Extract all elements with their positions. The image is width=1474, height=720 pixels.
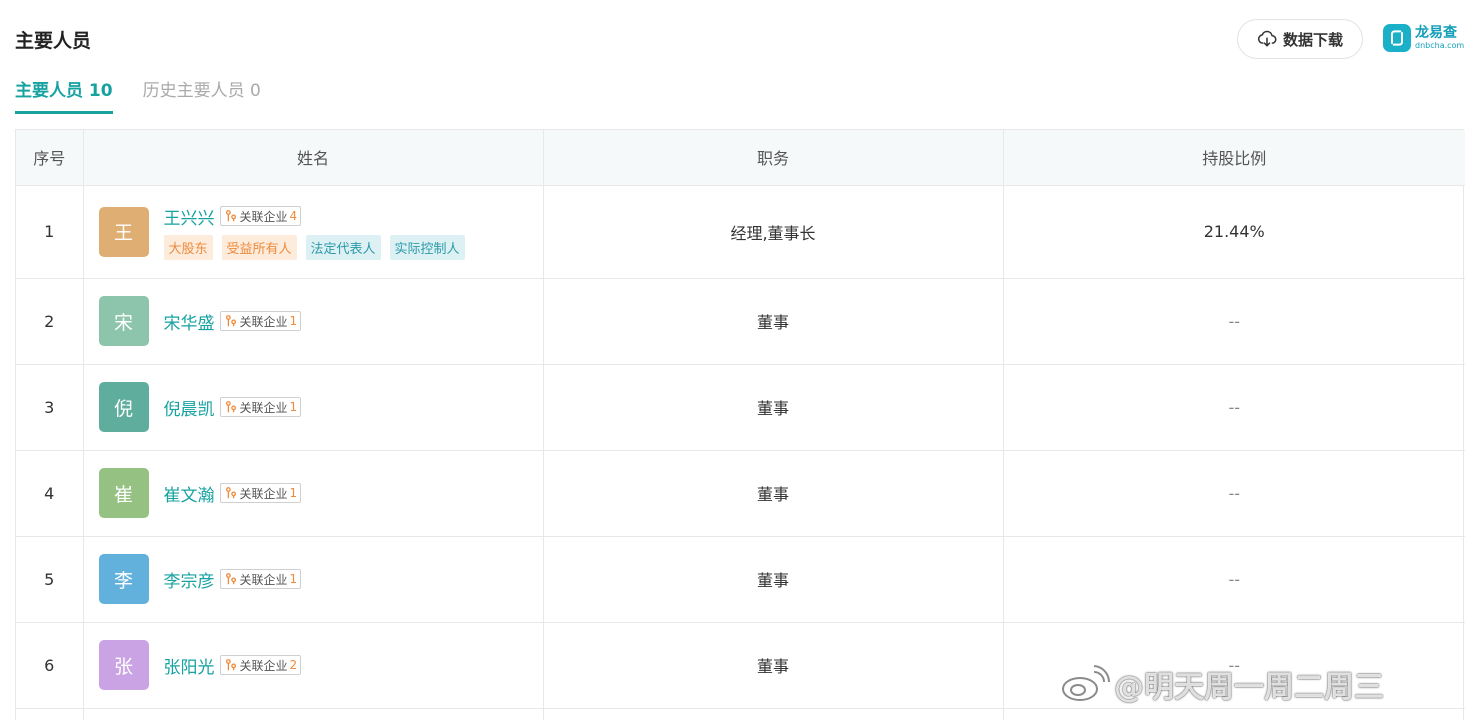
person-name-link[interactable]: 倪晨凯 [164,395,215,420]
row-number: 1 [16,185,84,279]
related-companies-badge[interactable]: 关联企业 4 [219,206,302,226]
share-cell: -- [1003,450,1465,537]
table-row: 2 宋 宋华盛 关联企业 1 董事 -- [16,278,1465,365]
tag-beneficial-owner: 受益所有人 [221,234,297,260]
tab-bar: 主要人员 10 历史主要人员 0 [15,76,261,114]
weibo-icon [1062,665,1110,701]
table-row: 3 倪 倪晨凯 关联企业 1 董事 -- [16,364,1465,451]
tab-main-personnel[interactable]: 主要人员 10 [15,76,113,114]
avatar[interactable]: 张 [98,640,149,690]
position-cell: 经理,董事长 [543,185,1004,279]
person-name-link[interactable]: 崔文瀚 [164,481,215,506]
brand-logo[interactable]: 龙易查 dnbcha.com [1383,24,1464,52]
tag-actual-controller: 实际控制人 [389,234,465,260]
tag-major-shareholder: 大股东 [163,234,213,260]
table-row [16,708,1465,720]
logo-text: 龙易查 [1415,25,1457,41]
logo-mark-icon [1383,24,1411,52]
table-row: 1 王 王兴兴 关联企业 4 大股东 受益所有人 法定代表人 实际控制人 经理,… [16,185,1465,279]
person-name-link[interactable]: 宋华盛 [164,309,215,334]
cloud-download-icon [1257,30,1277,47]
page-title: 主要人员 [15,30,92,52]
share-cell: -- [1003,364,1465,451]
related-companies-badge[interactable]: 关联企业 1 [219,483,302,503]
row-number: 3 [16,364,84,451]
person-name-link[interactable]: 张阳光 [164,653,215,678]
header-position: 职务 [543,130,1004,186]
related-companies-badge[interactable]: 关联企业 1 [219,311,302,331]
position-cell: 董事 [543,450,1004,537]
tab-history-personnel[interactable]: 历史主要人员 0 [143,76,261,114]
row-number: 4 [16,450,84,537]
avatar[interactable]: 王 [98,206,149,257]
person-name-link[interactable]: 王兴兴 [164,204,215,229]
watermark-text: @明天周一周二周三 [1114,670,1384,705]
link-icon [225,210,236,222]
position-cell: 董事 [543,622,1004,709]
share-cell: 21.44% [1003,185,1465,279]
avatar[interactable]: 崔 [98,468,149,518]
avatar[interactable]: 倪 [98,382,149,432]
table-header-row: 序号 姓名 职务 持股比例 [16,130,1465,186]
table-row: 4 崔 崔文瀚 关联企业 1 董事 -- [16,450,1465,537]
link-icon [225,315,236,327]
personnel-table: 序号 姓名 职务 持股比例 1 王 王兴兴 关联企业 4 大股东 受益所有人 法… [15,129,1465,720]
related-companies-badge[interactable]: 关联企业 2 [219,655,302,675]
header-name: 姓名 [83,130,544,186]
person-name-link[interactable]: 李宗彦 [164,567,215,592]
weibo-watermark: @明天周一周二周三 [1060,662,1384,706]
link-icon [225,573,236,585]
row-number: 6 [16,622,84,709]
share-cell: -- [1003,278,1465,365]
header-no: 序号 [16,130,84,186]
avatar[interactable]: 李 [98,554,149,604]
link-icon [225,659,236,671]
row-number: 2 [16,278,84,365]
link-icon [225,401,236,413]
share-cell: -- [1003,536,1465,623]
position-cell: 董事 [543,278,1004,365]
header-share: 持股比例 [1003,130,1465,186]
related-companies-badge[interactable]: 关联企业 1 [219,569,302,589]
avatar[interactable]: 宋 [98,296,149,346]
table-row: 5 李 李宗彦 关联企业 1 董事 -- [16,536,1465,623]
related-companies-badge[interactable]: 关联企业 1 [219,397,302,417]
link-icon [225,487,236,499]
row-number: 5 [16,536,84,623]
logo-subtext: dnbcha.com [1415,41,1465,50]
position-cell: 董事 [543,364,1004,451]
position-cell: 董事 [543,536,1004,623]
tag-legal-representative: 法定代表人 [305,234,381,260]
data-download-button[interactable]: 数据下载 [1237,19,1363,59]
data-download-label: 数据下载 [1282,30,1343,49]
